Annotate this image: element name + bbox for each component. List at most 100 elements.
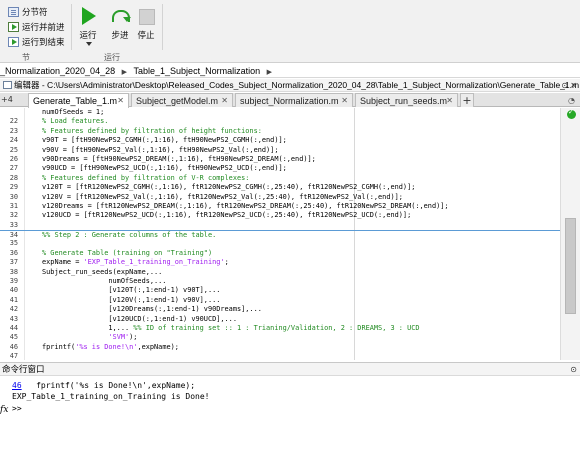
line-number[interactable]: 32 [0, 211, 18, 220]
line-number[interactable]: 26 [0, 155, 18, 164]
code-text: [v120Dreams(:,1:end-1) v90Dreams],... [42, 305, 262, 314]
line-number[interactable]: 30 [0, 193, 18, 202]
close-icon[interactable]: ✕ [341, 94, 348, 108]
line-number-link[interactable]: 46 [12, 381, 22, 390]
code-analyzer-info-icon[interactable]: ◔ [568, 96, 575, 105]
line-number[interactable]: 35 [0, 239, 18, 248]
code-line[interactable]: 33 [0, 221, 560, 230]
code-line[interactable]: 24 v90T = [ftH90NewPS2_CGMH(:,1:16), ftH9… [0, 136, 560, 145]
line-number[interactable]: 27 [0, 164, 18, 173]
command-prompt[interactable]: >> [12, 404, 22, 413]
tab-subject-normalization[interactable]: subject_Normalization.m ✕ [235, 93, 353, 107]
line-number[interactable]: 44 [0, 324, 18, 333]
code-lines: numOfSeeds = 1; 22 % Load features. 23 % Fea… [0, 108, 560, 362]
line-number[interactable]: 33 [0, 221, 18, 230]
code-line[interactable]: 45 'SVM'); [0, 333, 560, 342]
code-line[interactable]: 23 % Features defined by filtration of he… [0, 127, 560, 136]
line-number[interactable]: 42 [0, 305, 18, 314]
line-number[interactable]: 43 [0, 315, 18, 324]
line-number[interactable]: 22 [0, 117, 18, 126]
section-break-button[interactable]: 分节符 [0, 4, 68, 19]
code-line[interactable]: 29 v120T = [ftR120NewPS2_CGMH(:,1:16), ft… [0, 183, 560, 192]
code-text: v90V = [ftH90NewPS2_Val(:,1:16), ftH90Ne… [42, 145, 279, 154]
line-number[interactable]: 45 [0, 333, 18, 342]
breadcrumb-arrow-icon[interactable]: ▶ [122, 66, 127, 80]
code-line[interactable]: 41 [v120V(:,1:end-1) v90V],... [0, 296, 560, 305]
stop-button[interactable]: 停止 [133, 6, 159, 41]
code-line[interactable]: 31 v120Dreams = [ftR120NewPS2_DREAM(:,1:1… [0, 202, 560, 211]
code-editor[interactable]: numOfSeeds = 1; 22 % Load features. 23 % Fea… [0, 108, 580, 360]
code-line[interactable]: numOfSeeds = 1; [0, 108, 560, 117]
code-line[interactable]: 40 [v120T(:,1:end-1) v90T],... [0, 286, 560, 295]
function-browser-icon[interactable]: fx [0, 405, 8, 415]
code-line[interactable]: 30 v120V = [ftR120NewPS2_Val(:,1:16), ftR… [0, 193, 560, 202]
code-line[interactable]: 36 % Generate Table (training on "Trainin… [0, 249, 560, 258]
tab-subject-run-seeds[interactable]: Subject_run_seeds.m ✕ [355, 93, 458, 107]
code-line[interactable]: 46 fprintf('%s is Done!\n',expName); [0, 343, 560, 352]
new-tab-plus-icon[interactable]: + [460, 93, 474, 107]
line-number[interactable]: 37 [0, 258, 18, 267]
code-text: expName = 'EXP_Table_1_training_on_Train… [42, 258, 229, 267]
line-number[interactable]: 38 [0, 268, 18, 277]
tab-overflow-button[interactable]: +4 [1, 94, 23, 106]
code-text: v120V = [ftR120NewPS2_Val(:,1:16), ftR12… [42, 192, 403, 201]
code-line[interactable]: 39 numOfSeeds,... [0, 277, 560, 286]
step-button[interactable]: 步进 [107, 6, 133, 41]
breadcrumb-item[interactable]: _Normalization_2020_04_28 [0, 64, 115, 78]
line-number[interactable]: 31 [0, 202, 18, 211]
code-line[interactable]: 42 [v120Dreams(:,1:end-1) v90Dreams],... [0, 305, 560, 314]
editor-vertical-scrollbar[interactable] [560, 108, 580, 360]
editor-title-bar: 编辑器 - C:\Users\Administrator\Desktop\Rel… [0, 79, 580, 92]
tab-subject-getmodel[interactable]: Subject_getModel.m ✕ [131, 93, 233, 107]
close-icon[interactable]: ✕ [221, 94, 228, 108]
code-analyzer-ok-icon[interactable] [567, 108, 576, 119]
code-line[interactable]: 43 [v120UCD(:,1:end-1) v90UCD],... [0, 315, 560, 324]
code-line[interactable]: 34%% Step 2 : Generate columns of the ta… [0, 230, 560, 239]
line-number[interactable]: 24 [0, 136, 18, 145]
command-window[interactable]: 46 fprintf('%s is Done!\n',expName); EXP… [0, 377, 580, 451]
code-line[interactable]: 25 v90V = [ftH90NewPS2_Val(:,1:16), ftH90… [0, 146, 560, 155]
breadcrumb-item[interactable]: Table_1_Subject_Normalization [134, 64, 261, 78]
code-line[interactable]: 38 Subject_run_seeds(expName,... [0, 268, 560, 277]
code-line[interactable]: 44 1,... %% ID of training set :: 1 : Tr… [0, 324, 560, 333]
run-and-advance-button[interactable]: 运行并前进 [0, 19, 68, 34]
line-number[interactable]: 41 [0, 296, 18, 305]
code-text: [v120UCD(:,1:end-1) v90UCD],... [42, 314, 237, 323]
close-icon[interactable]: ✕ [117, 94, 124, 108]
code-line[interactable]: 26 v90Dreams = [ftH90NewPS2_DREAM(:,1:16)… [0, 155, 560, 164]
line-number[interactable]: 29 [0, 183, 18, 192]
run-to-end-button[interactable]: 运行到结束 [0, 34, 68, 49]
code-line[interactable]: 22 % Load features. [0, 117, 560, 126]
code-text: 1,... %% ID of training set :: 1 : Trian… [42, 323, 420, 332]
line-number[interactable]: 39 [0, 277, 18, 286]
code-line[interactable]: 28 % Features defined by filtration of V-… [0, 174, 560, 183]
line-number[interactable]: 25 [0, 146, 18, 155]
run-button[interactable]: 运行 [75, 6, 101, 41]
code-line[interactable]: 27 v90UCD = [ftH90NewPS2_UCD(:,1:16), ftH… [0, 164, 560, 173]
run-dropdown-caret-icon[interactable] [86, 42, 92, 46]
editor-controls[interactable]: ⊙ ✕ [561, 79, 577, 92]
code-line[interactable]: 47 [0, 352, 560, 361]
code-line[interactable]: 32 v120UCD = [ftR120NewPS2_UCD(:,1:16), f… [0, 211, 560, 220]
command-window-menu-icon[interactable]: ⊙ [570, 363, 577, 376]
line-number[interactable]: 28 [0, 174, 18, 183]
code-line[interactable]: 37 expName = 'EXP_Table_1_training_on_Tra… [0, 258, 560, 267]
line-number[interactable]: 46 [0, 343, 18, 352]
code-text: numOfSeeds,... [42, 277, 167, 286]
line-number[interactable]: 23 [0, 127, 18, 136]
line-number[interactable]: 36 [0, 249, 18, 258]
line-number[interactable]: 47 [0, 352, 18, 361]
breadcrumb-arrow-icon[interactable]: ▶ [267, 66, 272, 80]
run-to-end-icon [8, 36, 19, 47]
run-group-label: 运行 [104, 53, 120, 62]
code-text: [v120V(:,1:end-1) v90V],... [42, 295, 221, 304]
line-number[interactable]: 40 [0, 286, 18, 295]
code-text: Subject_run_seeds(expName,... [42, 267, 163, 276]
editor-tab-strip: +4 Generate_Table_1.m ✕ Subject_getModel.… [0, 93, 580, 108]
ribbon-divider [162, 4, 163, 50]
close-icon[interactable]: ✕ [446, 94, 453, 108]
tab-generate-table-1[interactable]: Generate_Table_1.m ✕ [28, 93, 129, 108]
scrollbar-thumb[interactable] [565, 218, 576, 314]
section-break-icon [8, 6, 19, 17]
code-line[interactable]: 35 [0, 239, 560, 248]
